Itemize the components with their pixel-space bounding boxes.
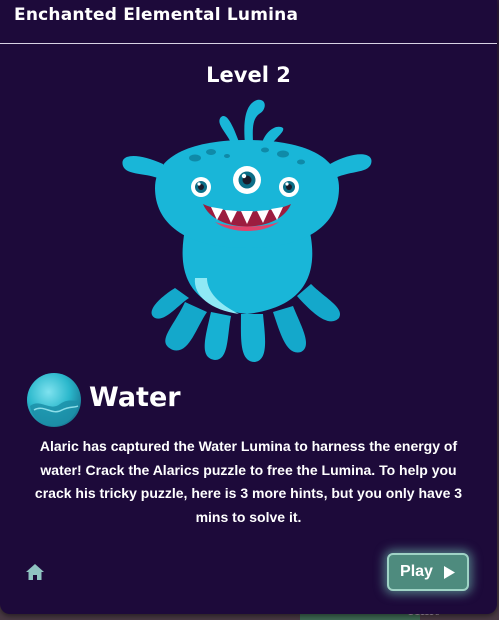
- level-title: Level 2: [206, 63, 291, 87]
- element-row: Water: [26, 372, 326, 428]
- water-monster-illustration: [122, 99, 372, 362]
- home-button[interactable]: [24, 561, 46, 583]
- level-description: Alaric has captured the Water Lumina to …: [34, 438, 463, 525]
- element-name: Water: [89, 382, 181, 413]
- play-button[interactable]: Play: [387, 553, 469, 591]
- water-orb-icon: [27, 373, 81, 427]
- app-title: Enchanted Elemental Lumina: [14, 5, 299, 25]
- level-dialog: Enchanted Elemental Lumina Level 2 Water…: [0, 0, 497, 614]
- title-bar: Enchanted Elemental Lumina: [0, 0, 497, 44]
- home-icon: [26, 564, 44, 580]
- play-button-label: Play: [400, 563, 433, 580]
- play-icon: [443, 565, 455, 579]
